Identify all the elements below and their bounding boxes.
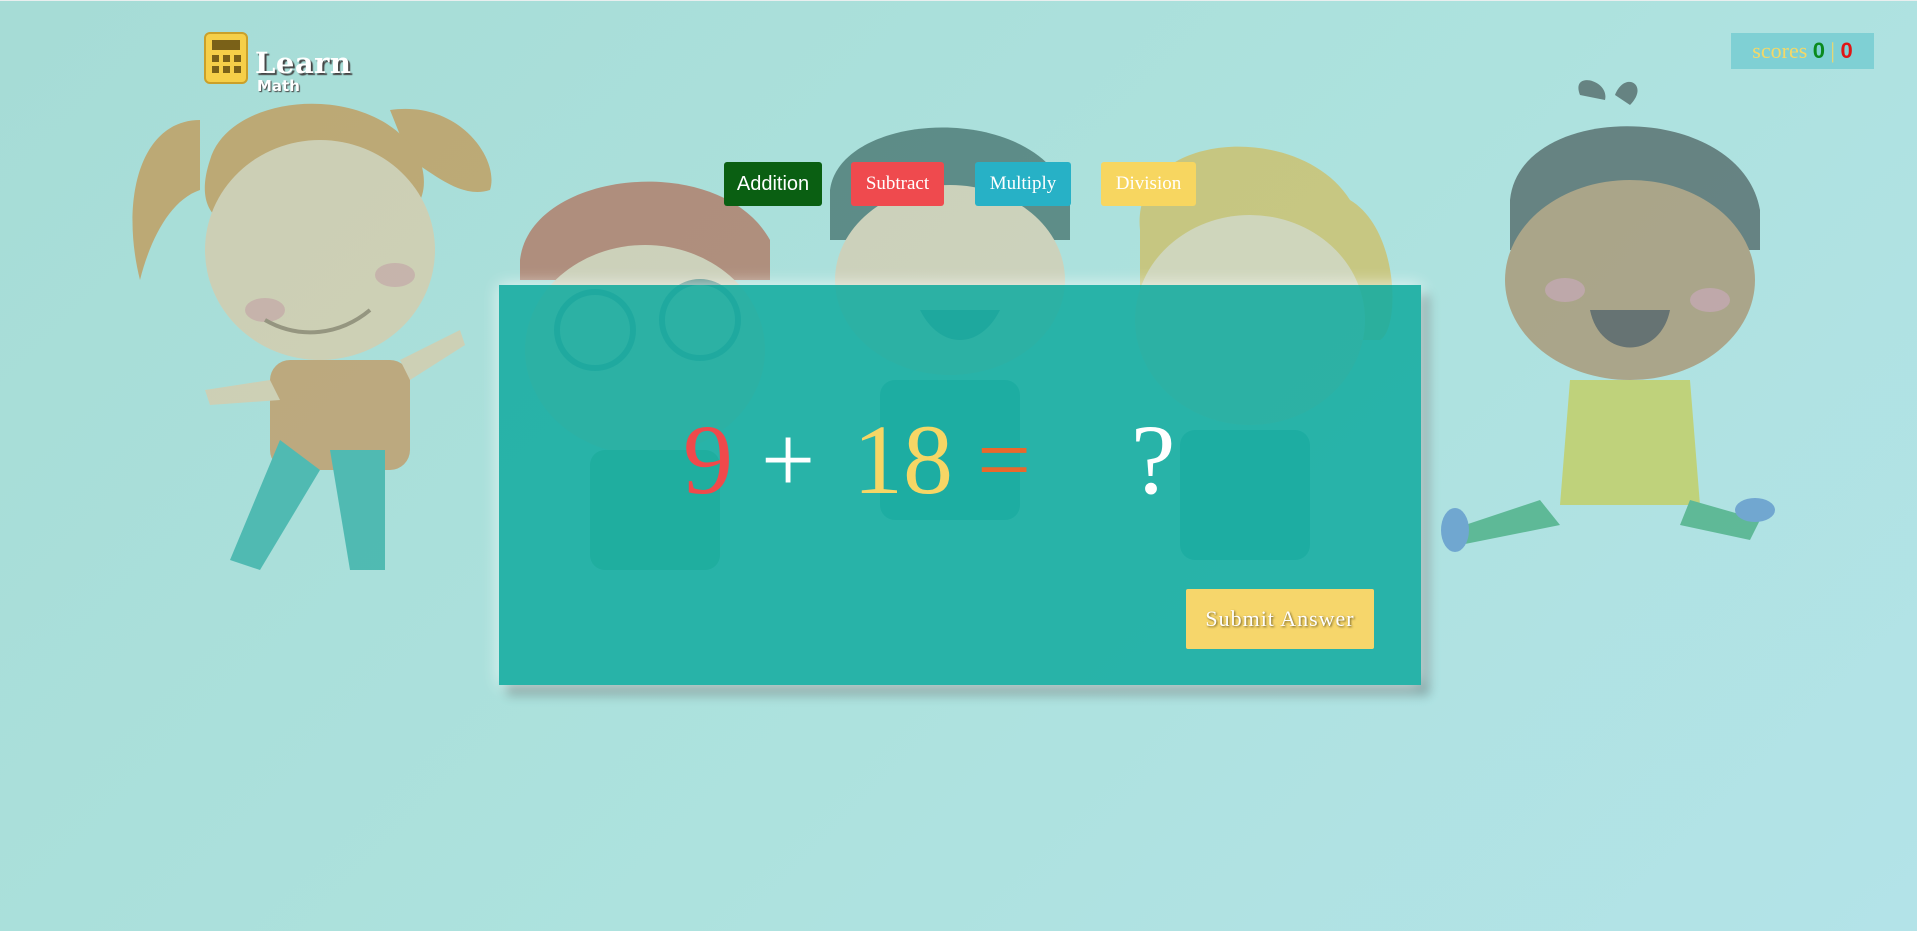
equals-sign: = bbox=[977, 406, 1032, 513]
wrong-score: 0 bbox=[1840, 38, 1853, 63]
answer-field[interactable]: ? bbox=[1131, 400, 1175, 520]
multiply-button[interactable]: Multiply bbox=[975, 162, 1071, 206]
scores-panel: scores 0 | 0 bbox=[1731, 33, 1874, 69]
submit-answer-button[interactable]: Submit Answer bbox=[1186, 589, 1374, 649]
scores-label: scores bbox=[1752, 38, 1808, 63]
kid-girl-illustration bbox=[132, 103, 492, 570]
subtract-button[interactable]: Subtract bbox=[851, 162, 944, 206]
first-operand: 9 bbox=[683, 404, 733, 515]
logo-subtitle: Math bbox=[257, 77, 300, 95]
addition-button[interactable]: Addition bbox=[724, 162, 822, 206]
division-button[interactable]: Division bbox=[1101, 162, 1196, 206]
operator-symbol: + bbox=[761, 406, 816, 513]
second-operand: 18 bbox=[853, 404, 953, 515]
scores-separator: | bbox=[1830, 38, 1835, 63]
calculator-icon bbox=[204, 32, 248, 84]
logo-title: Learn bbox=[255, 46, 352, 80]
question-card: 9 + 18 = ? Submit Answer bbox=[499, 285, 1421, 685]
kid-right-boy-illustration bbox=[1441, 80, 1775, 552]
app-logo[interactable]: Learn Math bbox=[203, 31, 351, 95]
correct-score: 0 bbox=[1812, 38, 1826, 63]
